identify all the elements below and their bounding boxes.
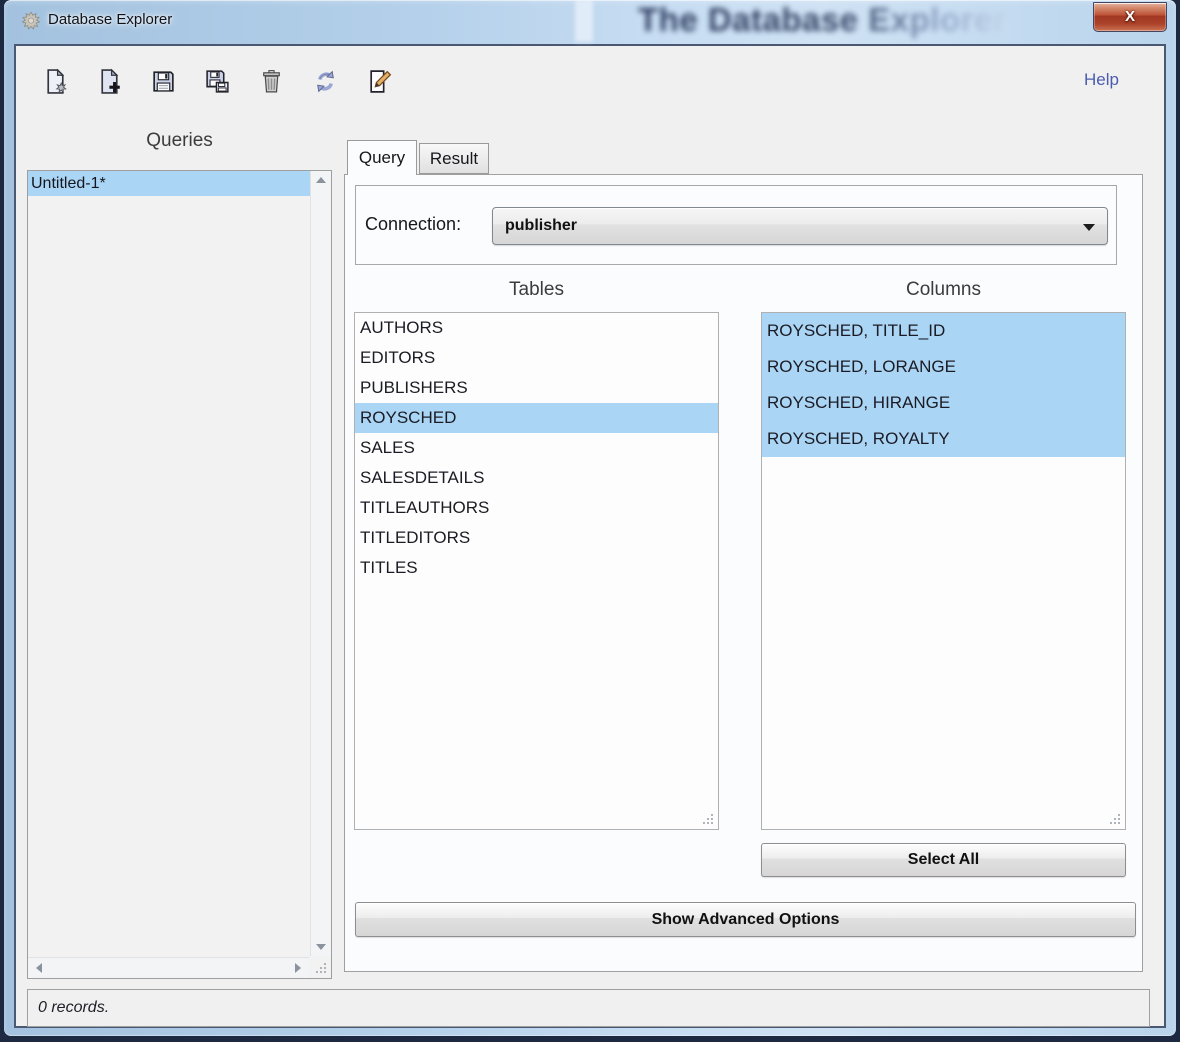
list-item[interactable]: TITLEDITORS <box>355 523 718 553</box>
list-item[interactable]: ROYSCHED, HIRANGE <box>762 385 1125 421</box>
close-button[interactable]: X <box>1093 2 1167 32</box>
chevron-down-icon <box>1083 224 1095 231</box>
scroll-up-icon[interactable] <box>316 177 326 183</box>
status-text: 0 records. <box>28 999 109 1017</box>
connection-dropdown[interactable]: publisher <box>492 207 1108 245</box>
columns-list[interactable]: ROYSCHED, TITLE_IDROYSCHED, LORANGEROYSC… <box>761 312 1126 830</box>
refresh-button[interactable] <box>308 64 342 98</box>
app-window: The Database Explorer Database Explorer … <box>4 0 1176 1036</box>
help-link[interactable]: Help <box>1084 70 1119 90</box>
edit-button[interactable] <box>362 64 396 98</box>
add-query-icon <box>96 68 123 95</box>
tab-query[interactable]: Query <box>347 140 417 175</box>
queries-list[interactable]: Untitled-1* <box>27 170 332 979</box>
list-item[interactable]: Untitled-1* <box>28 171 310 196</box>
background-glass-highlight <box>575 0 593 42</box>
select-all-button[interactable]: Select All <box>761 843 1126 877</box>
tab-result[interactable]: Result <box>419 143 489 174</box>
save-icon <box>150 68 177 95</box>
scroll-left-icon[interactable] <box>36 963 42 973</box>
queries-vertical-scrollbar[interactable] <box>310 171 331 956</box>
add-query-button[interactable] <box>92 64 126 98</box>
list-item[interactable]: TITLEAUTHORS <box>355 493 718 523</box>
list-item[interactable]: ROYSCHED, TITLE_ID <box>762 313 1125 349</box>
scroll-right-icon[interactable] <box>295 963 301 973</box>
show-advanced-options-button[interactable]: Show Advanced Options <box>355 902 1136 937</box>
list-item[interactable]: SALESDETAILS <box>355 463 718 493</box>
columns-resize-grip[interactable] <box>1107 811 1123 827</box>
tables-resize-grip[interactable] <box>700 811 716 827</box>
window-title: Database Explorer <box>48 11 172 28</box>
app-gear-icon <box>22 12 40 30</box>
list-item[interactable]: AUTHORS <box>355 313 718 343</box>
query-tab-panel: Connection: publisher Tables Columns AUT… <box>344 174 1143 972</box>
list-item[interactable]: EDITORS <box>355 343 718 373</box>
queries-resize-grip[interactable] <box>313 960 329 976</box>
tables-rows: AUTHORSEDITORSPUBLISHERSROYSCHEDSALESSAL… <box>355 313 718 583</box>
save-as-icon <box>204 68 231 95</box>
list-item[interactable]: ROYSCHED <box>355 403 718 433</box>
edit-icon <box>366 68 393 95</box>
queries-rows: Untitled-1* <box>28 171 310 956</box>
titlebar[interactable]: The Database Explorer Database Explorer … <box>4 0 1176 44</box>
new-query-icon <box>42 68 69 95</box>
columns-rows: ROYSCHED, TITLE_IDROYSCHED, LORANGEROYSC… <box>762 313 1125 457</box>
scroll-down-icon[interactable] <box>316 944 326 950</box>
queries-horizontal-scrollbar[interactable] <box>28 957 309 978</box>
status-bar: 0 records. <box>27 989 1150 1027</box>
list-item[interactable]: SALES <box>355 433 718 463</box>
toolbar <box>38 64 396 98</box>
new-query-button[interactable] <box>38 64 72 98</box>
list-item[interactable]: TITLES <box>355 553 718 583</box>
delete-button[interactable] <box>254 64 288 98</box>
tables-header: Tables <box>354 279 719 301</box>
columns-header: Columns <box>761 279 1126 301</box>
background-page-title: The Database Explorer <box>638 1 1006 39</box>
save-button[interactable] <box>146 64 180 98</box>
list-item[interactable]: PUBLISHERS <box>355 373 718 403</box>
save-as-button[interactable] <box>200 64 234 98</box>
connection-label: Connection: <box>365 214 461 235</box>
connection-group: Connection: publisher <box>355 185 1117 265</box>
list-item[interactable]: ROYSCHED, LORANGE <box>762 349 1125 385</box>
connection-value: publisher <box>493 217 577 235</box>
trash-icon <box>258 68 285 95</box>
queries-header: Queries <box>27 130 332 152</box>
tables-list[interactable]: AUTHORSEDITORSPUBLISHERSROYSCHEDSALESSAL… <box>354 312 719 830</box>
refresh-icon <box>312 68 339 95</box>
list-item[interactable]: ROYSCHED, ROYALTY <box>762 421 1125 457</box>
client-area: Help Queries Untitled-1* Query Result Co… <box>14 44 1166 1028</box>
